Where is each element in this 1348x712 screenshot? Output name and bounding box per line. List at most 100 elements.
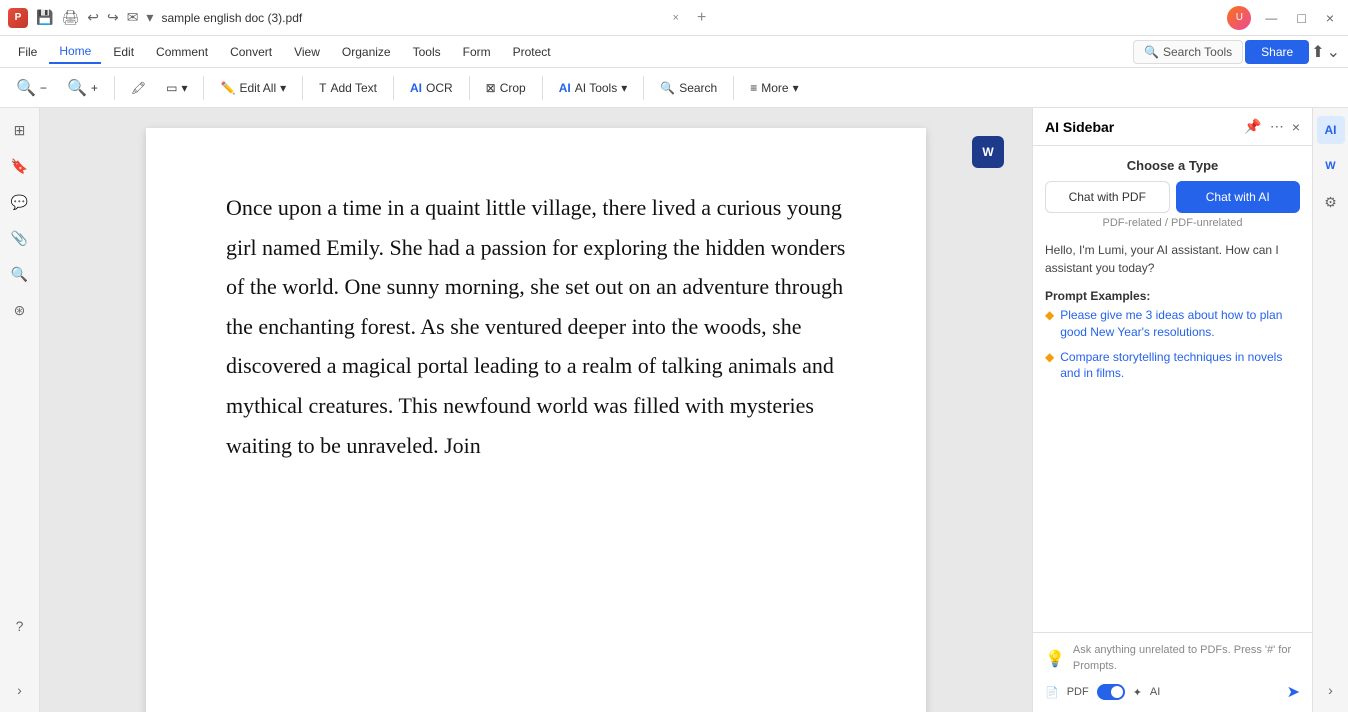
toolbar-separator-5 xyxy=(469,76,470,100)
close-tab-button[interactable]: × xyxy=(669,10,683,26)
menu-protect[interactable]: Protect xyxy=(503,41,561,63)
right-word-panel-icon[interactable]: W xyxy=(1317,152,1345,180)
more-icon: ≡ xyxy=(750,81,757,95)
ai-hint-text: Ask anything unrelated to PDFs. Press '#… xyxy=(1073,643,1300,674)
highlight-icon: 🖍 xyxy=(131,81,146,95)
highlight-button[interactable]: 🖍 xyxy=(123,77,154,99)
prompt-item-1[interactable]: ◆ Please give me 3 ideas about how to pl… xyxy=(1045,303,1300,345)
dropdown-icon[interactable]: ▾ xyxy=(146,9,153,26)
pdf-text-content: Once upon a time in a quaint little vill… xyxy=(226,188,846,465)
send-button[interactable]: ➤ xyxy=(1287,682,1300,702)
sidebar-paperclip-icon[interactable]: 📎 xyxy=(6,224,34,252)
save-icon[interactable]: 💾 xyxy=(36,9,53,26)
left-sidebar: ⊞ 🔖 💬 📎 🔍 ⊛ ? › xyxy=(0,108,40,712)
tab-filename: sample english doc (3).pdf xyxy=(161,11,660,25)
chat-with-ai-button[interactable]: Chat with AI xyxy=(1176,181,1301,213)
choose-type-title: Choose a Type xyxy=(1045,158,1300,173)
sidebar-search-icon[interactable]: 🔍 xyxy=(6,260,34,288)
redo-icon[interactable]: ↪ xyxy=(107,9,119,26)
ai-ocr-icon: AI xyxy=(410,81,422,95)
share-button[interactable]: Share xyxy=(1245,40,1309,64)
sidebar-bookmark-icon[interactable]: 🔖 xyxy=(6,152,34,180)
zoom-in-icon: 🔍 xyxy=(67,78,87,98)
window-minimize-button[interactable]: — xyxy=(1259,9,1283,27)
edit-icon: ✏️ xyxy=(220,81,235,95)
pin-icon[interactable]: 📌 xyxy=(1244,118,1261,135)
type-buttons: Chat with PDF Chat with AI xyxy=(1045,181,1300,213)
toolbar: 🔍 − 🔍 + 🖍 ▭ ▾ ✏️ Edit All ▾ T Add Text A… xyxy=(0,68,1348,108)
sidebar-thumbnail-icon[interactable]: ⊞ xyxy=(6,116,34,144)
sidebar-layers-icon[interactable]: ⊛ xyxy=(6,296,34,324)
close-sidebar-button[interactable]: × xyxy=(1292,119,1300,135)
new-tab-button[interactable]: + xyxy=(691,9,712,27)
edit-all-button[interactable]: ✏️ Edit All ▾ xyxy=(212,77,294,99)
chat-with-pdf-button[interactable]: Chat with PDF xyxy=(1045,181,1170,213)
main-content: ⊞ 🔖 💬 📎 🔍 ⊛ ? › W Once upon a time in a … xyxy=(0,108,1348,712)
toolbar-separator-6 xyxy=(542,76,543,100)
window-maximize-button[interactable]: □ xyxy=(1291,8,1311,28)
menu-form[interactable]: Form xyxy=(453,41,501,63)
ai-tools-button[interactable]: AI AI Tools ▾ xyxy=(551,77,636,99)
ai-sidebar-footer: 💡 Ask anything unrelated to PDFs. Press … xyxy=(1033,632,1312,712)
prompt-text-1[interactable]: Please give me 3 ideas about how to plan… xyxy=(1060,307,1300,341)
more-button[interactable]: ≡ More ▾ xyxy=(742,77,806,99)
upload-button[interactable]: ⬆ xyxy=(1311,42,1324,62)
sidebar-comment-icon[interactable]: 💬 xyxy=(6,188,34,216)
lightbulb-icon: 💡 xyxy=(1045,649,1065,669)
ai-sidebar-header: AI Sidebar 📌 ⋯ × xyxy=(1033,108,1312,146)
pdf-viewer: W Once upon a time in a quaint little vi… xyxy=(40,108,1032,712)
ai-footer-toggles: 📄 PDF ✦ AI ➤ xyxy=(1045,682,1300,702)
menu-organize[interactable]: Organize xyxy=(332,41,401,63)
right-chevron-icon[interactable]: › xyxy=(1317,676,1345,704)
search-button[interactable]: 🔍 Search xyxy=(652,77,725,99)
toolbar-separator-4 xyxy=(393,76,394,100)
prompt-text-2[interactable]: Compare storytelling techniques in novel… xyxy=(1060,349,1300,383)
menu-home[interactable]: Home xyxy=(49,40,101,64)
ai-toggle-label: AI xyxy=(1150,686,1160,698)
toolbar-separator-7 xyxy=(643,76,644,100)
menu-file[interactable]: File xyxy=(8,41,47,63)
right-ai-panel-icon[interactable]: AI xyxy=(1317,116,1345,144)
title-bar: P 💾 🖨 ↩ ↪ ✉ ▾ sample english doc (3).pdf… xyxy=(0,0,1348,36)
pdf-toggle-label: PDF xyxy=(1067,686,1089,698)
prompt-item-2[interactable]: ◆ Compare storytelling techniques in nov… xyxy=(1045,345,1300,387)
prompt-examples-title: Prompt Examples: xyxy=(1045,289,1300,303)
menu-convert[interactable]: Convert xyxy=(220,41,282,63)
prompt-bullet-2: ◆ xyxy=(1045,350,1054,364)
zoom-in-button[interactable]: 🔍 + xyxy=(59,74,106,102)
menu-view[interactable]: View xyxy=(284,41,330,63)
sidebar-help-icon[interactable]: ? xyxy=(6,612,34,640)
zoom-out-button[interactable]: 🔍 − xyxy=(8,74,55,102)
word-badge[interactable]: W xyxy=(972,136,1004,168)
search-icon: 🔍 xyxy=(660,81,675,95)
search-tools-button[interactable]: 🔍 Search Tools xyxy=(1133,40,1243,64)
ocr-button[interactable]: AI OCR xyxy=(402,77,461,99)
menu-comment[interactable]: Comment xyxy=(146,41,218,63)
right-panel-icons: AI W ⚙ › xyxy=(1312,108,1348,712)
menu-edit[interactable]: Edit xyxy=(103,41,144,63)
user-avatar[interactable]: U xyxy=(1227,6,1251,30)
crop-button[interactable]: ⊠ Crop xyxy=(478,77,534,99)
undo-icon[interactable]: ↩ xyxy=(87,9,99,26)
print-icon[interactable]: 🖨 xyxy=(61,9,79,26)
search-tools-label: Search Tools xyxy=(1163,45,1232,59)
ai-icon: AI xyxy=(559,81,571,95)
crop-icon: ⊠ xyxy=(486,81,496,95)
window-close-button[interactable]: × xyxy=(1320,8,1340,28)
sidebar-expand-icon[interactable]: › xyxy=(6,676,34,704)
toolbar-separator-1 xyxy=(114,76,115,100)
add-text-button[interactable]: T Add Text xyxy=(311,77,385,99)
choose-type-section: Choose a Type Chat with PDF Chat with AI… xyxy=(1045,158,1300,229)
note-icon[interactable]: ✉ xyxy=(127,9,139,26)
menu-tools[interactable]: Tools xyxy=(403,41,451,63)
ai-input-area: 💡 Ask anything unrelated to PDFs. Press … xyxy=(1045,643,1300,674)
more-options-icon[interactable]: ⋯ xyxy=(1270,118,1284,135)
collapse-button[interactable]: ⌄ xyxy=(1327,42,1340,62)
app-icon: P xyxy=(8,8,28,28)
menu-bar: File Home Edit Comment Convert View Orga… xyxy=(0,36,1348,68)
pdf-ai-toggle[interactable] xyxy=(1097,684,1125,700)
right-settings-icon[interactable]: ⚙ xyxy=(1317,188,1345,216)
ai-sidebar-title: AI Sidebar xyxy=(1045,119,1236,135)
shape-button[interactable]: ▭ ▾ xyxy=(158,77,195,99)
type-subtitle: PDF-related / PDF-unrelated xyxy=(1045,217,1300,229)
